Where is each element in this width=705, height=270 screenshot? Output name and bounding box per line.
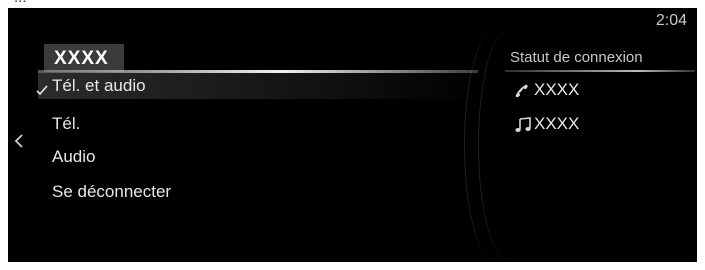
menu-item-disconnect[interactable]: Se déconnecter bbox=[52, 182, 171, 202]
device-name-header: XXXX bbox=[44, 44, 124, 72]
menu-item-phone[interactable]: Tél. bbox=[52, 114, 80, 134]
checkmark-icon bbox=[36, 85, 48, 96]
cropped-caption: ... bbox=[0, 0, 705, 8]
status-phone-label: XXXX bbox=[534, 80, 580, 99]
infotainment-display: 2:04 XXXX Tél. et audio Tél. Audio Se dé… bbox=[8, 8, 697, 262]
menu-item-phone-and-audio[interactable]: Tél. et audio bbox=[52, 76, 146, 96]
phone-icon bbox=[515, 84, 528, 98]
device-name-text: XXXX bbox=[54, 48, 109, 69]
connection-status-title: Statut de connexion bbox=[510, 49, 643, 66]
page: ... 2:04 XXXX Tél. et audio Tél. Audio S… bbox=[0, 0, 705, 270]
status-music-label: XXXX bbox=[534, 114, 580, 133]
decorative-arc bbox=[658, 30, 697, 260]
connection-status-underline bbox=[505, 70, 695, 72]
cropped-caption-text: ... bbox=[14, 0, 27, 6]
music-note-icon bbox=[515, 117, 531, 132]
back-arrow-icon[interactable] bbox=[12, 132, 26, 150]
menu-item-audio[interactable]: Audio bbox=[52, 147, 95, 167]
clock: 2:04 bbox=[655, 12, 687, 29]
